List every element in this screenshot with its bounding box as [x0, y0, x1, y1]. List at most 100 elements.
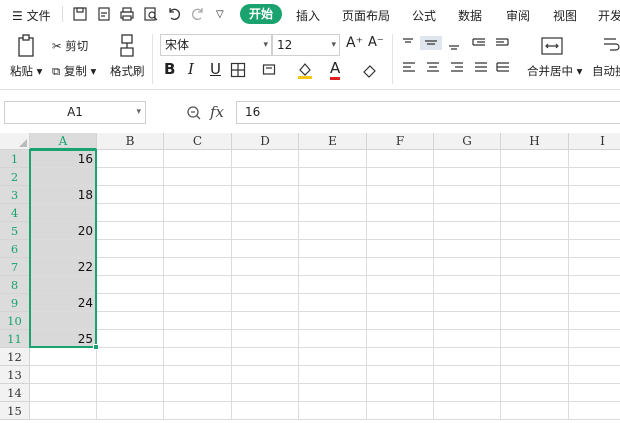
cell-f1[interactable]: [367, 150, 434, 168]
cell-g15[interactable]: [434, 402, 501, 420]
cell-g1[interactable]: [434, 150, 501, 168]
cell-g5[interactable]: [434, 222, 501, 240]
cell-e15[interactable]: [299, 402, 367, 420]
cell-a6[interactable]: [30, 240, 97, 258]
cell-b1[interactable]: [97, 150, 164, 168]
cell-h9[interactable]: [501, 294, 569, 312]
cell-b12[interactable]: [97, 348, 164, 366]
tab-developer[interactable]: 开发: [598, 7, 620, 24]
cell-h11[interactable]: [501, 330, 569, 348]
cell-c1[interactable]: [164, 150, 232, 168]
column-header-c[interactable]: C: [164, 133, 232, 150]
cell-a11[interactable]: 25: [30, 330, 97, 348]
font-name-select[interactable]: 宋体 ▾: [160, 34, 272, 56]
cell-b14[interactable]: [97, 384, 164, 402]
cell-b6[interactable]: [97, 240, 164, 258]
eraser-icon[interactable]: [362, 62, 378, 78]
hamburger-menu[interactable]: ☰ 文件: [12, 7, 51, 24]
bold-button[interactable]: B: [164, 60, 175, 78]
cell-e6[interactable]: [299, 240, 367, 258]
cell-g13[interactable]: [434, 366, 501, 384]
grow-font-button[interactable]: A⁺: [346, 35, 363, 51]
cell-c5[interactable]: [164, 222, 232, 240]
cell-a7[interactable]: 22: [30, 258, 97, 276]
cell-i9[interactable]: [569, 294, 620, 312]
cell-h3[interactable]: [501, 186, 569, 204]
cell-h1[interactable]: [501, 150, 569, 168]
cell-e11[interactable]: [299, 330, 367, 348]
cell-i11[interactable]: [569, 330, 620, 348]
cell-h8[interactable]: [501, 276, 569, 294]
cell-d1[interactable]: [232, 150, 299, 168]
alignment-buttons-icon[interactable]: [400, 36, 520, 80]
cell-e4[interactable]: [299, 204, 367, 222]
row-header-15[interactable]: 15: [0, 402, 30, 420]
cell-a2[interactable]: [30, 168, 97, 186]
cell-g10[interactable]: [434, 312, 501, 330]
cell-d12[interactable]: [232, 348, 299, 366]
tab-page-layout[interactable]: 页面布局: [342, 7, 390, 24]
cell-i3[interactable]: [569, 186, 620, 204]
cell-a3[interactable]: 18: [30, 186, 97, 204]
cell-g12[interactable]: [434, 348, 501, 366]
cell-b4[interactable]: [97, 204, 164, 222]
cell-f5[interactable]: [367, 222, 434, 240]
fill-color-icon[interactable]: [296, 61, 314, 79]
column-header-h[interactable]: H: [501, 133, 569, 150]
cell-e5[interactable]: [299, 222, 367, 240]
tab-start[interactable]: 开始: [240, 4, 282, 24]
row-header-5[interactable]: 5: [0, 222, 30, 240]
cell-c3[interactable]: [164, 186, 232, 204]
cell-a1[interactable]: 16: [30, 150, 97, 168]
merge-center-button[interactable]: 合并居中 ▾: [527, 63, 582, 79]
cell-d11[interactable]: [232, 330, 299, 348]
cell-e13[interactable]: [299, 366, 367, 384]
cell-h2[interactable]: [501, 168, 569, 186]
print-icon[interactable]: [119, 6, 135, 22]
cell-d3[interactable]: [232, 186, 299, 204]
cell-h5[interactable]: [501, 222, 569, 240]
cell-f9[interactable]: [367, 294, 434, 312]
cell-i4[interactable]: [569, 204, 620, 222]
cell-d7[interactable]: [232, 258, 299, 276]
cell-style-icon[interactable]: [262, 62, 278, 78]
merge-center-icon[interactable]: [540, 36, 564, 56]
copy-button[interactable]: ⧉ 复制 ▾: [52, 63, 96, 79]
cell-c13[interactable]: [164, 366, 232, 384]
cell-h13[interactable]: [501, 366, 569, 384]
cell-g8[interactable]: [434, 276, 501, 294]
print-preview-icon[interactable]: [143, 6, 159, 22]
row-header-8[interactable]: 8: [0, 276, 30, 294]
column-header-a[interactable]: A: [30, 133, 97, 150]
cell-g7[interactable]: [434, 258, 501, 276]
cell-a4[interactable]: [30, 204, 97, 222]
row-header-14[interactable]: 14: [0, 384, 30, 402]
cell-e7[interactable]: [299, 258, 367, 276]
cell-a10[interactable]: [30, 312, 97, 330]
font-color-button[interactable]: A: [330, 59, 341, 80]
cell-i6[interactable]: [569, 240, 620, 258]
cell-h15[interactable]: [501, 402, 569, 420]
insert-function-button[interactable]: fx: [210, 103, 224, 121]
format-painter-button[interactable]: 格式刷: [110, 63, 145, 79]
undo-icon[interactable]: [166, 6, 182, 22]
cell-f7[interactable]: [367, 258, 434, 276]
row-header-1[interactable]: 1: [0, 150, 30, 168]
cell-i14[interactable]: [569, 384, 620, 402]
cell-f2[interactable]: [367, 168, 434, 186]
cell-c14[interactable]: [164, 384, 232, 402]
row-header-13[interactable]: 13: [0, 366, 30, 384]
cell-i12[interactable]: [569, 348, 620, 366]
cell-f8[interactable]: [367, 276, 434, 294]
cell-e2[interactable]: [299, 168, 367, 186]
tab-data[interactable]: 数据: [458, 7, 482, 24]
cell-c9[interactable]: [164, 294, 232, 312]
cell-c4[interactable]: [164, 204, 232, 222]
cell-i2[interactable]: [569, 168, 620, 186]
tab-review[interactable]: 审阅: [506, 7, 530, 24]
cell-g14[interactable]: [434, 384, 501, 402]
cell-i15[interactable]: [569, 402, 620, 420]
quick-access-dropdown-icon[interactable]: ▽: [216, 9, 224, 20]
paste-button[interactable]: 粘贴 ▾: [10, 63, 42, 79]
cell-a15[interactable]: [30, 402, 97, 420]
